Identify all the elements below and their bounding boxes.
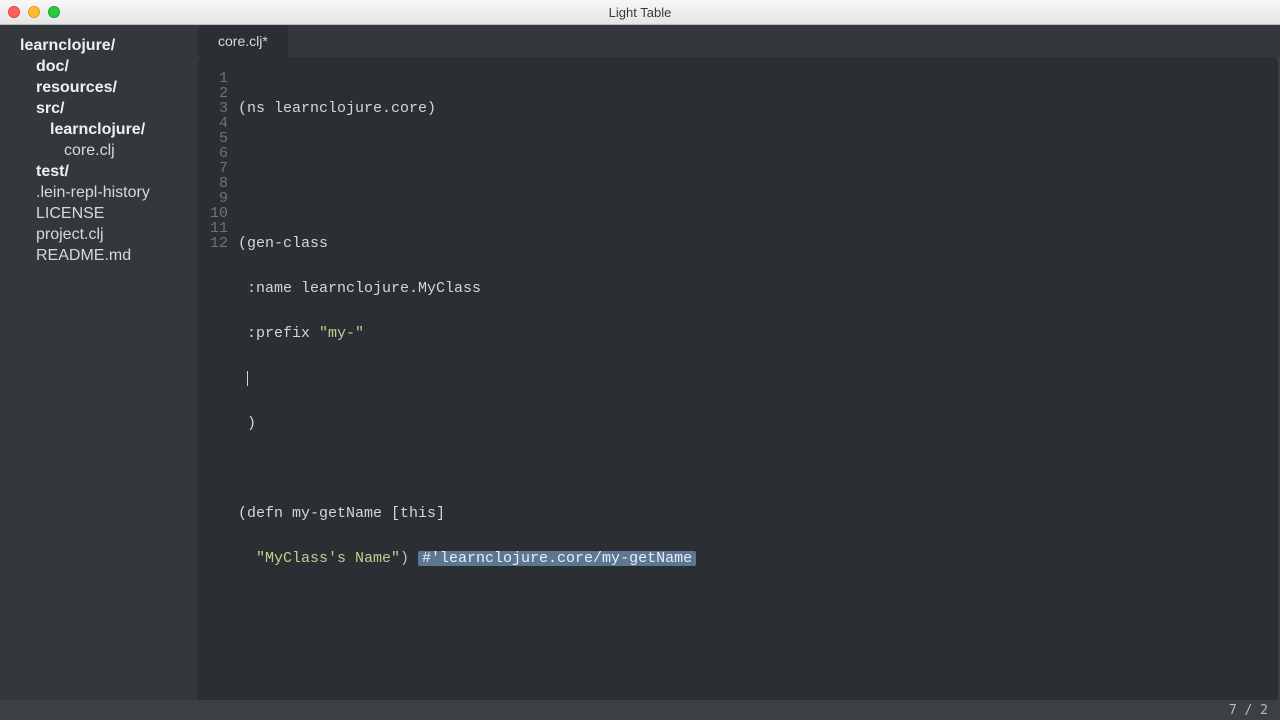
code-token: ) [238,415,256,432]
close-icon[interactable] [8,6,20,18]
window-title: Light Table [609,5,672,20]
text-cursor [247,371,248,386]
code-token: (ns [238,100,274,117]
line-number-gutter: 1 2 3 4 5 6 7 8 9 10 11 12 [198,71,238,700]
line-number: 1 [198,71,228,86]
tree-folder-root[interactable]: learnclojure/ [0,35,198,56]
code-token: my-getName [292,505,391,522]
code-token: gen-class [247,235,328,252]
code-line[interactable]: :name learnclojure.MyClass [238,281,1278,296]
line-number: 10 [198,206,228,221]
tree-file-license[interactable]: LICENSE [0,203,198,224]
line-number: 2 [198,86,228,101]
code-line[interactable]: (gen-class [238,236,1278,251]
line-number: 3 [198,101,228,116]
tree-folder-doc[interactable]: doc/ [0,56,198,77]
code-content[interactable]: (ns learnclojure.core) (gen-class :name … [238,71,1278,700]
code-line[interactable]: "MyClass's Name") #'learnclojure.core/my… [238,551,1278,566]
code-token: :prefix [238,325,319,342]
tree-file-lein-repl-history[interactable]: .lein-repl-history [0,182,198,203]
tree-folder-src-learnclojure[interactable]: learnclojure/ [0,119,198,140]
maximize-icon[interactable] [48,6,60,18]
line-number: 9 [198,191,228,206]
code-line[interactable]: ) [238,416,1278,431]
file-tree-sidebar[interactable]: learnclojure/ doc/ resources/ src/ learn… [0,25,198,700]
tab-core-clj[interactable]: core.clj* [198,25,288,57]
main-split: learnclojure/ doc/ resources/ src/ learn… [0,25,1280,700]
tree-folder-test[interactable]: test/ [0,161,198,182]
tree-file-readme[interactable]: README.md [0,245,198,266]
tree-folder-src[interactable]: src/ [0,98,198,119]
code-token: learnclojure.MyClass [301,280,481,297]
tree-folder-resources[interactable]: resources/ [0,77,198,98]
minimize-icon[interactable] [28,6,40,18]
code-line[interactable] [238,371,1278,386]
tree-file-project-clj[interactable]: project.clj [0,224,198,245]
code-token: :name [238,280,301,297]
line-number: 7 [198,161,228,176]
code-token: ( [238,235,247,252]
window-titlebar: Light Table [0,0,1280,25]
line-number: 6 [198,146,228,161]
code-line[interactable] [238,596,1278,611]
window-controls [8,6,60,18]
editor-panel: core.clj* 1 2 3 4 5 6 7 8 9 10 11 12 (ns… [198,25,1280,700]
code-editor[interactable]: 1 2 3 4 5 6 7 8 9 10 11 12 (ns learncloj… [198,57,1278,700]
code-line[interactable]: (defn my-getName [this] [238,506,1278,521]
code-line[interactable] [238,191,1278,206]
code-token: ) [427,100,436,117]
code-token: [this] [391,505,445,522]
line-number: 12 [198,236,228,251]
code-line[interactable] [238,461,1278,476]
tab-row: core.clj* [198,25,1280,57]
code-line[interactable]: :prefix "my-" [238,326,1278,341]
code-token: learnclojure.core [274,100,427,117]
code-token: "my-" [319,325,364,342]
line-number: 8 [198,176,228,191]
code-token: "MyClass's Name") [238,550,418,567]
file-tree: learnclojure/ doc/ resources/ src/ learn… [0,35,198,266]
line-number: 5 [198,131,228,146]
tree-file-core-clj[interactable]: core.clj [0,140,198,161]
code-token: (defn [238,505,292,522]
status-bar: 7 / 2 [0,700,1280,720]
code-line[interactable]: (ns learnclojure.core) [238,101,1278,116]
cursor-position-readout: 7 / 2 [1229,703,1268,718]
line-number: 4 [198,116,228,131]
code-line[interactable] [238,146,1278,161]
inline-eval-result[interactable]: #'learnclojure.core/my-getName [418,551,696,566]
line-number: 11 [198,221,228,236]
